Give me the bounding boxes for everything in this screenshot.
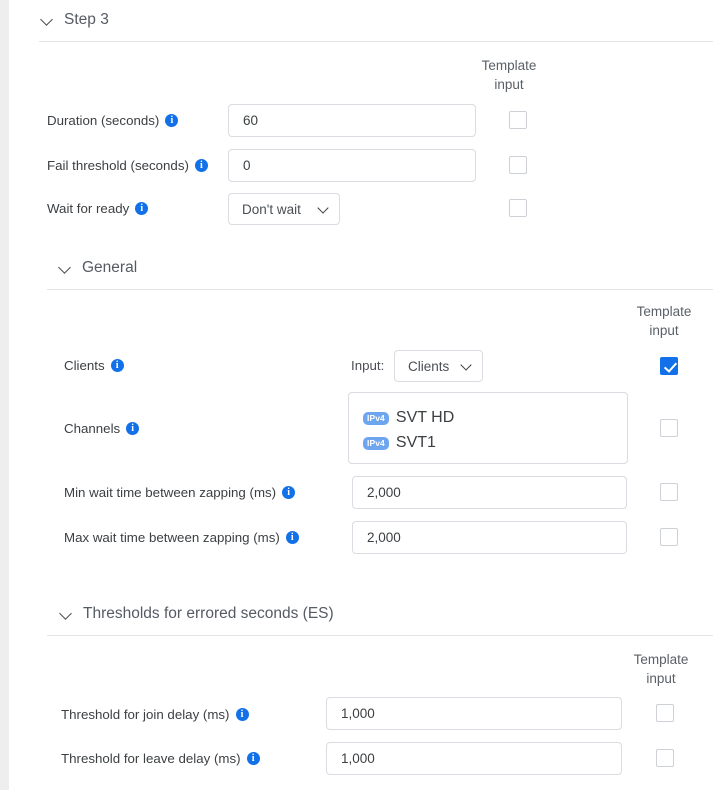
input-max-wait-time-zapping[interactable]: 2,000 <box>352 521 627 554</box>
divider-thresholds <box>47 635 713 636</box>
info-icon[interactable]: i <box>110 359 124 372</box>
list-item-label: SVT1 <box>395 433 436 451</box>
list-item[interactable]: IPv4 SVT1 <box>363 430 613 455</box>
checkbox-template-input-max-wait[interactable] <box>660 528 678 546</box>
section-title-thresholds: Thresholds for errored seconds (ES) <box>83 605 334 622</box>
input-fail-threshold-seconds-value: 0 <box>243 158 251 173</box>
info-icon[interactable]: i <box>285 531 299 544</box>
label-channels: Channels i <box>64 421 140 436</box>
info-icon[interactable]: i <box>235 708 249 721</box>
input-threshold-join-delay-value: 1,000 <box>341 706 375 721</box>
checkbox-template-input-wait-for-ready[interactable] <box>509 199 527 217</box>
info-icon[interactable]: i <box>194 159 208 172</box>
input-source-label: Input: <box>351 358 385 373</box>
input-threshold-leave-delay-value: 1,000 <box>341 751 375 766</box>
label-threshold-leave-delay: Threshold for leave delay (ms) i <box>61 751 260 766</box>
checkbox-template-input-fail-threshold[interactable] <box>509 156 527 174</box>
input-threshold-join-delay[interactable]: 1,000 <box>326 697 622 730</box>
divider-step3 <box>39 41 713 42</box>
input-fail-threshold-seconds[interactable]: 0 <box>228 149 476 182</box>
checkbox-template-input-join-delay[interactable] <box>656 704 674 722</box>
info-icon[interactable]: i <box>135 202 149 215</box>
template-input-header-line2: input <box>494 77 524 92</box>
checkbox-template-input-channels[interactable] <box>660 419 678 437</box>
info-icon[interactable]: i <box>282 486 296 499</box>
chevron-down-icon <box>41 14 54 27</box>
label-threshold-leave-delay-text: Threshold for leave delay (ms) <box>61 751 241 766</box>
label-fail-threshold-seconds: Fail threshold (seconds) i <box>47 158 208 173</box>
select-clients-input-source[interactable]: Clients <box>394 350 483 382</box>
input-duration-seconds[interactable]: 60 <box>228 104 476 137</box>
checkbox-template-input-leave-delay[interactable] <box>656 749 674 767</box>
input-max-wait-time-zapping-value: 2,000 <box>367 530 401 545</box>
ipv4-badge-icon: IPv4 <box>363 412 389 425</box>
label-channels-text: Channels <box>64 421 121 436</box>
label-wait-for-ready-text: Wait for ready <box>47 201 130 216</box>
list-item-label: SVT HD <box>395 408 455 426</box>
select-wait-for-ready[interactable]: Don't wait <box>228 193 340 225</box>
checkbox-template-input-clients[interactable] <box>660 357 678 375</box>
input-duration-seconds-value: 60 <box>243 113 259 128</box>
checkbox-template-input-duration[interactable] <box>509 111 527 129</box>
label-max-wait-time-zapping: Max wait time between zapping (ms) i <box>64 530 299 545</box>
select-wait-for-ready-value: Don't wait <box>242 201 301 217</box>
listbox-channels[interactable]: IPv4 SVT HD IPv4 SVT1 <box>348 392 628 464</box>
section-header-thresholds[interactable]: Thresholds for errored seconds (ES) <box>60 605 334 623</box>
info-icon[interactable]: i <box>246 752 260 765</box>
input-min-wait-time-zapping[interactable]: 2,000 <box>352 476 627 509</box>
template-input-header-general: Template input <box>614 302 713 340</box>
section-header-step3[interactable]: Step 3 <box>41 11 109 29</box>
select-clients-input-source-value: Clients <box>408 358 450 374</box>
chevron-down-icon <box>318 204 329 215</box>
label-wait-for-ready: Wait for ready i <box>47 201 149 216</box>
info-icon[interactable]: i <box>126 422 140 435</box>
input-min-wait-time-zapping-value: 2,000 <box>367 485 401 500</box>
input-threshold-leave-delay[interactable]: 1,000 <box>326 742 622 775</box>
template-input-header-line1: Template <box>481 58 537 73</box>
chevron-down-icon <box>59 262 72 275</box>
checkbox-template-input-min-wait[interactable] <box>660 483 678 501</box>
template-input-header-line1: Template <box>633 652 689 667</box>
list-item[interactable]: IPv4 SVT HD <box>363 405 613 430</box>
chevron-down-icon <box>461 361 472 372</box>
template-input-header-line2: input <box>649 323 679 338</box>
template-input-header-step3: Template input <box>459 56 559 94</box>
label-duration-seconds-text: Duration (seconds) <box>47 113 160 128</box>
info-icon[interactable]: i <box>165 114 179 127</box>
label-min-wait-time-zapping: Min wait time between zapping (ms) i <box>64 485 296 500</box>
settings-card: Step 3 Template input Duration (seconds)… <box>9 0 713 790</box>
section-title-general: General <box>82 259 138 276</box>
chevron-down-icon <box>60 608 73 621</box>
label-threshold-join-delay-text: Threshold for join delay (ms) <box>61 707 230 722</box>
label-clients: Clients i <box>64 358 124 373</box>
page-root: Step 3 Template input Duration (seconds)… <box>0 0 713 790</box>
label-clients-text: Clients <box>64 358 105 373</box>
template-input-header-line1: Template <box>636 304 692 319</box>
template-input-header-line2: input <box>646 671 676 686</box>
section-header-general[interactable]: General <box>59 259 137 277</box>
label-min-wait-time-zapping-text: Min wait time between zapping (ms) <box>64 485 277 500</box>
label-duration-seconds: Duration (seconds) i <box>47 113 179 128</box>
section-title-step3: Step 3 <box>64 11 109 28</box>
label-fail-threshold-seconds-text: Fail threshold (seconds) <box>47 158 189 173</box>
label-threshold-join-delay: Threshold for join delay (ms) i <box>61 707 249 722</box>
divider-general <box>47 289 713 290</box>
ipv4-badge-icon: IPv4 <box>363 437 389 450</box>
template-input-header-thresholds: Template input <box>611 650 711 688</box>
label-max-wait-time-zapping-text: Max wait time between zapping (ms) <box>64 530 280 545</box>
